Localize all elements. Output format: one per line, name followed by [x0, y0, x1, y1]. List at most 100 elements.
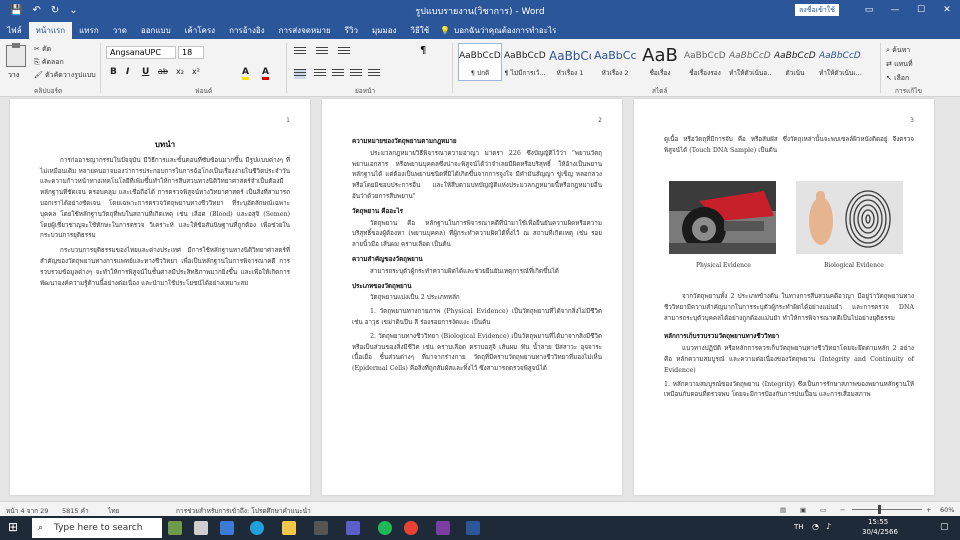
page-3[interactable]: 3 ดูเนื้อ หรือวัตถุที่มีการจับ คือ หรือส… [634, 99, 934, 495]
distributed-icon[interactable] [368, 69, 380, 79]
style-heading-2[interactable]: AaBbCcEหัวเรื่อง 2 [593, 43, 637, 81]
find-button[interactable]: ⌕ ค้นหา [886, 45, 910, 56]
italic-button[interactable]: I [126, 67, 129, 77]
zoom-out-icon[interactable]: − [840, 506, 845, 514]
save-icon[interactable]: 💾 [10, 5, 22, 16]
status-bar: หน้า 4 จาก 29 5815 คำ ไทย การช่วยสำหรับก… [0, 501, 960, 516]
taskbar-search[interactable]: ⌕ Type here to search [32, 518, 162, 538]
zoom-level[interactable]: 60% [940, 506, 954, 514]
spotify-icon[interactable] [378, 521, 392, 535]
style-no-spacing[interactable]: AaBbCcDd¶ ไม่มีการเว้... [503, 43, 547, 81]
align-right-icon[interactable] [332, 69, 344, 79]
bold-button[interactable]: B [110, 67, 117, 77]
undo-icon[interactable]: ↶ [32, 5, 40, 16]
tab-review[interactable]: รีวิว [338, 22, 365, 39]
tab-help[interactable]: วิธีใช้ [403, 22, 436, 39]
windows-start-icon[interactable]: ⊞ [8, 520, 18, 534]
clock-time[interactable]: 15:55 [868, 518, 888, 526]
font-name-box[interactable]: AngsanaUPC [106, 46, 176, 59]
tab-file[interactable]: ไฟล์ [0, 22, 29, 39]
style-subtitle[interactable]: AaBbCcDdชื่อเรื่องรอง [683, 43, 727, 81]
multilevel-list-icon[interactable] [338, 47, 350, 57]
page-2[interactable]: 2 ความหมายของวัตถุพยานตามกฎหมาย ประมวลกฎ… [322, 99, 622, 495]
paste-icon[interactable] [6, 43, 26, 67]
group-styles-label: สไตล์ [652, 87, 668, 95]
select-button[interactable]: ↖ เลือก [886, 73, 909, 84]
style-normal[interactable]: AaBbCcDd¶ ปกติ [458, 43, 502, 81]
subscript-button[interactable]: x₂ [176, 67, 184, 76]
minimize-icon[interactable]: — [882, 0, 908, 20]
style-heading-1[interactable]: AaBbCc หัวเรื่อง 1 [548, 43, 592, 81]
word-icon[interactable] [466, 521, 480, 535]
style-emphasis[interactable]: AaBbCcDdตัวเน้น [773, 43, 817, 81]
bullets-icon[interactable] [294, 47, 306, 57]
pilcrow-icon[interactable]: ¶ [420, 45, 426, 56]
page-1[interactable]: 1 บทนำ การก่ออาชญากรรมในปัจจุบัน มีวิธีก… [10, 99, 310, 495]
fingerprint-photo[interactable] [796, 181, 903, 254]
ribbon-options-icon[interactable]: ▭ [856, 0, 882, 20]
motorcycle-photo[interactable] [669, 181, 776, 254]
speaker-icon[interactable]: ♪ [826, 522, 831, 531]
format-painter-button[interactable]: 🖌 ตัวคัดวางรูปแบบ [34, 70, 96, 81]
sign-in-button[interactable]: ลงชื่อเข้าใช้ [795, 4, 839, 16]
tab-view[interactable]: มุมมอง [365, 22, 404, 39]
wifi-icon[interactable]: ◔ [812, 522, 819, 531]
tell-me-box[interactable]: 💡 บอกฉันว่าคุณต้องการทำอะไร [436, 22, 556, 39]
customize-icon[interactable]: ⌄ [69, 5, 77, 16]
notifications-icon[interactable]: ▢ [940, 522, 949, 532]
web-layout-icon[interactable]: ▭ [820, 506, 826, 514]
numbering-icon[interactable] [316, 47, 328, 57]
strikethrough-button[interactable]: ab [158, 67, 168, 76]
align-center-icon[interactable] [314, 69, 326, 79]
chrome-icon[interactable] [404, 521, 418, 535]
maximize-icon[interactable]: ☐ [908, 0, 934, 20]
language-indicator[interactable]: TH [794, 523, 804, 531]
tab-references[interactable]: การอ้างอิง [222, 22, 272, 39]
weather-icon[interactable] [168, 521, 182, 535]
print-layout-icon[interactable]: ▣ [800, 506, 806, 514]
clock-date[interactable]: 30/4/2566 [862, 528, 898, 536]
align-left-icon[interactable] [294, 69, 306, 79]
superscript-button[interactable]: x² [192, 67, 200, 76]
style-subtle-emphasis[interactable]: AaBbCcDdทำให้ตัวเน้นอ... [728, 43, 772, 81]
app-icon[interactable] [436, 521, 450, 535]
style-intense-emphasis[interactable]: AaBbCcDdทำให้ตัวเน้นเ... [818, 43, 862, 81]
widgets-icon[interactable] [220, 521, 234, 535]
task-view-icon[interactable] [194, 521, 208, 535]
teams-icon[interactable] [346, 521, 360, 535]
page-count[interactable]: หน้า 4 จาก 29 [6, 506, 48, 516]
language-status[interactable]: ไทย [108, 506, 119, 516]
style-title[interactable]: AaB ชื่อเรื่อง [638, 43, 682, 81]
cut-button[interactable]: ✂ ตัด [34, 44, 51, 55]
tab-insert[interactable]: แทรก [72, 22, 106, 39]
document-area[interactable]: 1 บทนำ การก่ออาชญากรรมในปัจจุบัน มีวิธีก… [0, 97, 960, 501]
tab-mailings[interactable]: การส่งจดหมาย [272, 22, 338, 39]
group-clipboard-label: คลิปบอร์ด [34, 87, 63, 95]
replace-button[interactable]: ⇄ แทนที่ [886, 59, 913, 70]
close-icon[interactable]: ✕ [934, 0, 960, 20]
word-count[interactable]: 5815 คำ [62, 506, 89, 516]
page-number: 3 [910, 117, 914, 124]
read-mode-icon[interactable]: ▤ [780, 506, 786, 514]
tab-home[interactable]: หน้าแรก [28, 22, 73, 39]
font-color-button[interactable]: A [262, 67, 269, 80]
edge-icon[interactable] [250, 521, 264, 535]
copy-button[interactable]: ⎘ คัดลอก [34, 57, 64, 68]
font-size-box[interactable]: 18 [178, 46, 204, 59]
paste-label[interactable]: วาง [8, 70, 19, 81]
underline-button[interactable]: U [142, 67, 149, 77]
accessibility-status[interactable]: การช่วยสำหรับการเข้าถึง: โปรดศึกษาคำแนะน… [176, 506, 311, 516]
zoom-slider[interactable] [852, 509, 922, 510]
quick-access-toolbar: 💾 ↶ ↻ ⌄ [0, 0, 78, 20]
file-explorer-icon[interactable] [282, 521, 296, 535]
zoom-in-icon[interactable]: + [926, 506, 931, 514]
highlight-button[interactable]: A [242, 67, 249, 80]
tab-layout[interactable]: เค้าโครง [178, 22, 222, 39]
zoom-slider-thumb[interactable] [878, 505, 881, 514]
tab-design[interactable]: ออกแบบ [134, 22, 178, 39]
tab-draw[interactable]: วาด [106, 22, 134, 39]
redo-icon[interactable]: ↻ [51, 5, 59, 16]
store-icon[interactable] [314, 521, 328, 535]
justify-icon[interactable] [350, 69, 362, 79]
paragraph: กระบวนการยุติธรรมของไทยและต่างประเทศ มีก… [40, 247, 290, 287]
